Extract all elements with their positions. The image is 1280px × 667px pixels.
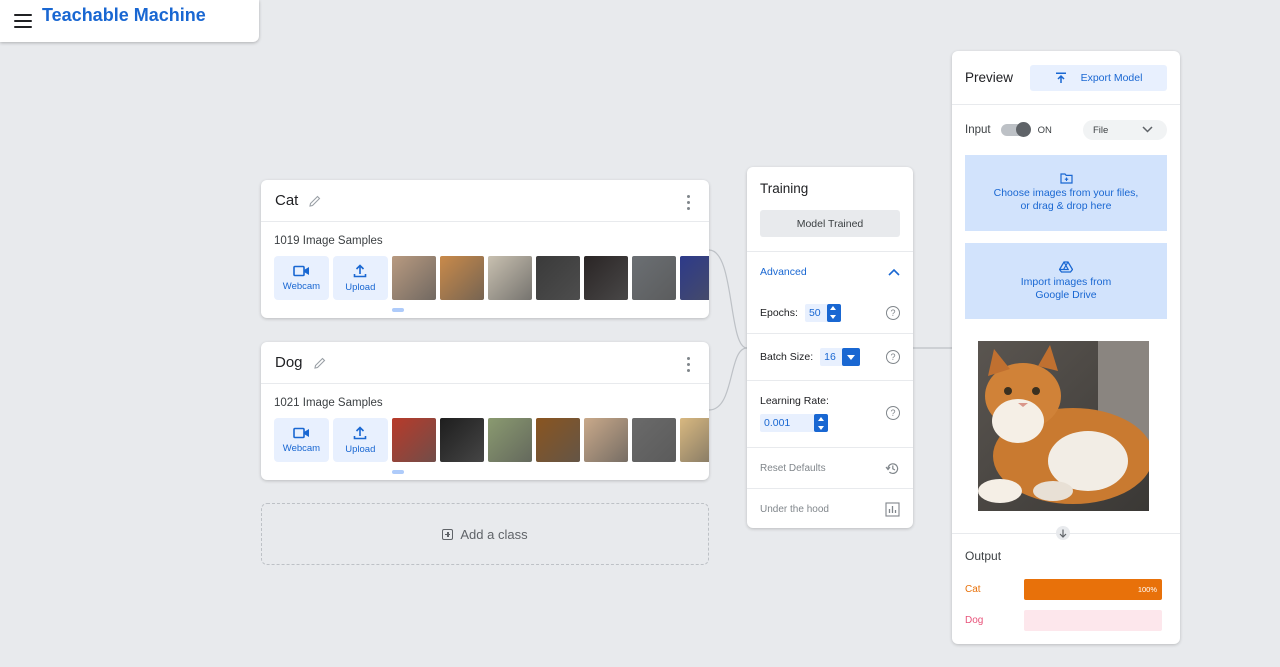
epochs-row: Epochs: 50 ? [747, 292, 913, 334]
class-card-body: 1019 Image Samples Webcam Upload [261, 222, 709, 318]
upload-button[interactable]: Upload [332, 418, 388, 462]
sample-thumbnail[interactable] [583, 256, 628, 300]
sample-thumbnail[interactable] [631, 256, 676, 300]
export-model-button[interactable]: Export Model [1030, 64, 1167, 91]
help-icon[interactable]: ? [886, 350, 900, 364]
help-icon[interactable]: ? [886, 305, 900, 320]
sample-thumbnail[interactable] [439, 256, 484, 300]
class-card-header: Dog [261, 342, 709, 384]
dropdown-arrow-icon [841, 348, 860, 366]
thumbnail-scroll-indicator[interactable] [392, 308, 404, 312]
export-icon [1055, 71, 1066, 83]
output-row-cat: Cat 100% [952, 574, 1180, 605]
class-options-icon[interactable] [687, 195, 691, 210]
history-icon [885, 463, 899, 474]
sample-count: 1019 Image Samples [274, 235, 383, 247]
preview-header: Preview Export Model [952, 51, 1180, 105]
confidence-bar [1024, 610, 1162, 631]
output-title: Output [965, 549, 1002, 563]
add-box-icon [442, 528, 454, 540]
sample-thumbnail[interactable] [679, 418, 709, 462]
stepper-arrows-icon[interactable] [814, 414, 829, 432]
stepper-arrows-icon[interactable] [826, 303, 841, 322]
output-row-dog: Dog [952, 605, 1180, 636]
pencil-icon[interactable] [308, 194, 322, 208]
sample-thumbnail[interactable] [583, 418, 628, 462]
upload-icon [354, 263, 367, 277]
app-title[interactable]: Teachable Machine [42, 5, 206, 26]
webcam-icon [293, 427, 309, 438]
webcam-icon [293, 265, 309, 276]
sample-thumbnail[interactable] [391, 256, 436, 300]
training-panel: Training Model Trained Advanced Epochs: … [747, 167, 913, 528]
sample-thumbnail[interactable] [487, 256, 532, 300]
toggle-state: ON [1037, 124, 1052, 136]
add-class-label: Add a class [460, 526, 528, 542]
sample-thumbnails [391, 418, 709, 462]
reset-defaults-button[interactable]: Reset Defaults [747, 448, 913, 489]
sample-thumbnail[interactable] [391, 418, 436, 462]
input-row: Input ON File [952, 105, 1180, 155]
folder-add-icon [1059, 173, 1073, 184]
output-class-name: Dog [965, 615, 984, 626]
input-source-select[interactable]: File [1083, 120, 1167, 140]
input-toggle[interactable] [1000, 122, 1031, 137]
help-icon[interactable]: ? [886, 406, 900, 420]
chevron-down-icon [1142, 126, 1153, 133]
sample-thumbnail[interactable] [535, 256, 580, 300]
menu-icon[interactable] [14, 14, 32, 28]
add-class-button[interactable]: Add a class [261, 503, 709, 565]
thumbnail-scroll-indicator[interactable] [392, 470, 404, 474]
app-header: Teachable Machine [0, 0, 259, 42]
sample-thumbnail[interactable] [679, 256, 709, 300]
confidence-label: 100% [1137, 585, 1157, 594]
preview-title: Preview [965, 70, 1014, 85]
webcam-button[interactable]: Webcam [274, 256, 329, 300]
under-the-hood-button[interactable]: Under the hood [747, 489, 913, 528]
class-card-dog: Dog 1021 Image Samples Webcam Upload [261, 342, 709, 480]
training-title: Training [760, 181, 809, 196]
webcam-button[interactable]: Webcam [274, 418, 329, 462]
preview-image [978, 341, 1153, 511]
preview-panel: Preview Export Model Input ON File Choos… [952, 51, 1180, 644]
google-drive-icon [1059, 260, 1073, 273]
sample-thumbnail[interactable] [487, 418, 532, 462]
batch-size-row: Batch Size: 16 ? [747, 334, 913, 381]
learning-rate-stepper[interactable]: 0.001 [760, 414, 829, 432]
batch-size-select[interactable]: 16 [820, 348, 860, 366]
pencil-icon[interactable] [313, 356, 327, 370]
google-drive-import[interactable]: Import images from Google Drive [965, 243, 1167, 319]
epochs-stepper[interactable]: 50 [804, 303, 841, 322]
advanced-toggle[interactable]: Advanced [747, 252, 913, 292]
sample-thumbnail[interactable] [439, 418, 484, 462]
sample-row: Webcam Upload [274, 418, 709, 462]
sample-thumbnail[interactable] [535, 418, 580, 462]
sample-row: Webcam Upload [274, 256, 709, 300]
class-card-body: 1021 Image Samples Webcam Upload [261, 384, 709, 480]
class-options-icon[interactable] [687, 357, 691, 372]
confidence-bar: 100% [1024, 579, 1162, 600]
sample-thumbnail[interactable] [631, 418, 676, 462]
output-class-name: Cat [965, 584, 981, 595]
class-card-cat: Cat 1019 Image Samples Webcam Upload [261, 180, 709, 318]
bar-chart-icon [885, 502, 900, 517]
divider [952, 526, 1180, 540]
upload-icon [354, 425, 367, 439]
class-card-header: Cat [261, 180, 709, 222]
upload-button[interactable]: Upload [332, 256, 388, 300]
learning-rate-row: Learning Rate: 0.001 ? [747, 381, 913, 448]
file-drop-zone[interactable]: Choose images from your files, or drag &… [965, 155, 1167, 231]
chevron-up-icon [888, 268, 900, 276]
arrow-down-icon [1056, 526, 1070, 540]
sample-count: 1021 Image Samples [274, 397, 383, 409]
train-model-button[interactable]: Model Trained [760, 210, 900, 237]
sample-thumbnails [391, 256, 709, 300]
class-name[interactable]: Dog [275, 354, 303, 371]
class-name[interactable]: Cat [275, 192, 298, 209]
